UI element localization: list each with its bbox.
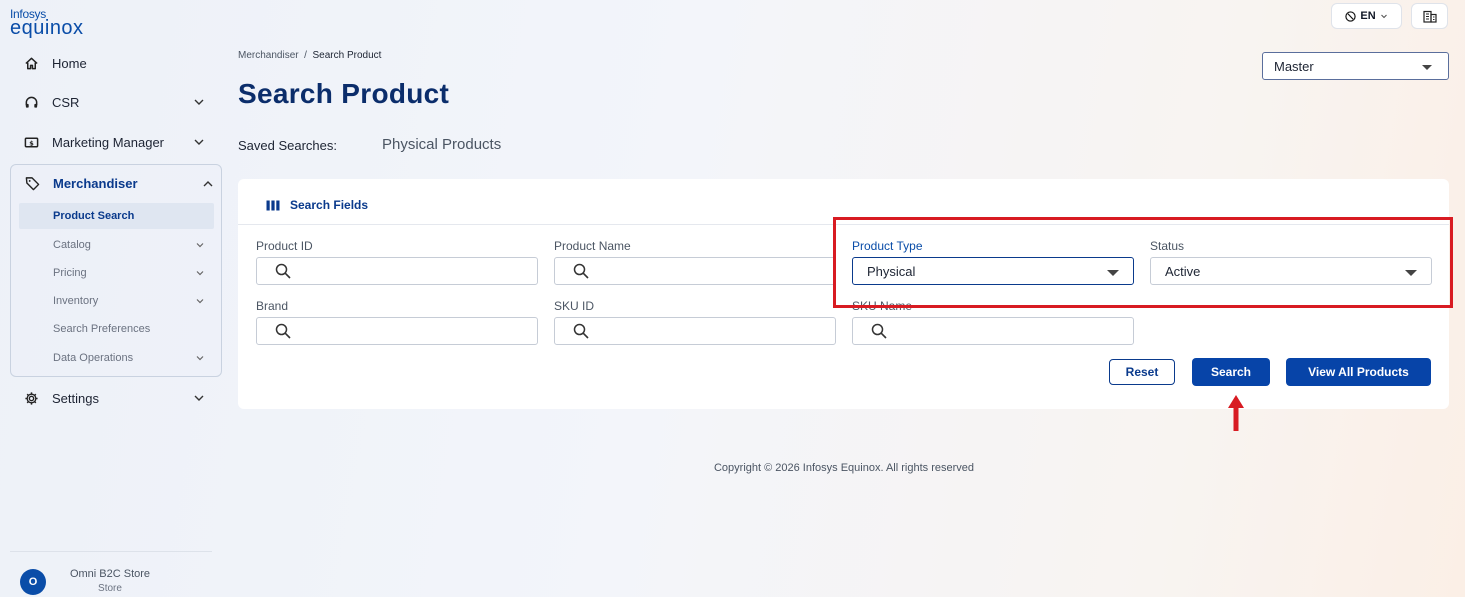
caret-down-icon [1405,270,1417,276]
sidebar-item-home[interactable]: Home [10,48,212,78]
brand-input[interactable] [256,317,538,345]
store-type: Store [98,583,122,594]
sidebar-divider [10,551,212,552]
sidebar-subitem-inventory[interactable]: Inventory [19,288,214,314]
view-all-products-button[interactable]: View All Products [1286,358,1431,386]
saved-searches-label: Saved Searches: [238,138,338,153]
chevron-down-icon [1380,14,1387,19]
infosys-equinox-logo[interactable]: Infosys equinox [10,8,84,38]
product-type-value: Physical [867,263,916,279]
chevron-down-icon [196,243,204,248]
home-icon [22,54,40,72]
product-name-label: Product Name [554,239,631,253]
search-fields-header: Search Fields [266,198,368,212]
page-title: Search Product [238,78,450,109]
gear-icon [22,389,40,407]
copyright-text: Copyright © 2026 Infosys Equinox. All ri… [713,462,974,474]
status-value: Active [1165,263,1201,279]
sidebar-subitem-label: Search Preferences [53,323,151,335]
breadcrumb: Merchandiser / Search Product [238,50,381,61]
product-type-label: Product Type [852,239,923,253]
status-select[interactable]: Active [1150,257,1432,285]
tag-icon [23,174,41,192]
columns-icon [266,200,280,210]
sidebar-item-marketing-manager[interactable]: $ Marketing Manager [10,127,212,157]
sku-id-label: SKU ID [554,299,595,313]
sidebar-subitem-label: Pricing [53,267,87,279]
logo-line2: equinox [10,17,84,39]
breadcrumb-parent[interactable]: Merchandiser [238,50,299,61]
chevron-down-icon [196,356,204,361]
chevron-up-icon [203,181,213,187]
sidebar-item-label: Merchandiser [53,175,138,191]
sidebar-subitem-label: Product Search [53,210,135,222]
product-id-input[interactable] [256,257,538,285]
sidebar: Infosys equinox Home CSR $ Marketing Man… [0,0,222,597]
sidebar-subitem-label: Inventory [53,295,99,307]
product-id-label: Product ID [256,239,313,253]
catalog-select[interactable]: Master [1262,52,1449,80]
sidebar-item-label: Marketing Manager [52,134,164,150]
caret-down-icon [1422,65,1432,70]
chevron-down-icon [196,271,204,276]
search-icon [275,263,291,279]
dollar-card-icon: $ [22,133,40,151]
merchandiser-group: Merchandiser Product Search Catalog Pric… [10,164,222,377]
sku-name-label: SKU Name [852,299,913,313]
card-divider [238,224,1449,225]
sidebar-item-label: Home [52,55,87,71]
sku-name-input[interactable] [852,317,1134,345]
sidebar-subitem-data-operations[interactable]: Data Operations [19,345,214,371]
store-switcher-button[interactable] [1411,3,1448,29]
saved-search-physical-products[interactable]: Physical Products [382,136,501,153]
search-icon [275,323,291,339]
chevron-down-icon [194,139,204,145]
store-name[interactable]: Omni B2C Store [60,568,160,580]
chevron-down-icon [196,299,204,304]
sidebar-subitem-search-preferences[interactable]: Search Preferences [19,316,214,342]
sidebar-subitem-label: Catalog [53,239,91,251]
language-selector[interactable]: EN [1331,3,1402,29]
sku-id-input[interactable] [554,317,836,345]
chevron-down-icon [194,99,204,105]
search-icon [573,263,589,279]
search-icon [871,323,887,339]
product-name-input[interactable] [554,257,836,285]
svg-text:$: $ [29,139,34,147]
building-icon [1422,10,1437,23]
brand-label: Brand [256,299,289,313]
catalog-select-value: Master [1274,58,1314,74]
sidebar-item-label: Settings [52,390,99,406]
sidebar-subitem-pricing[interactable]: Pricing [19,260,214,286]
store-avatar[interactable]: O [20,569,46,595]
search-button[interactable]: Search [1192,358,1270,386]
sidebar-item-label: CSR [52,94,80,110]
status-label: Status [1150,239,1185,253]
sidebar-item-merchandiser[interactable]: Merchandiser [11,169,221,197]
search-fields-card: Search Fields Product ID Product Name Pr… [238,179,1449,409]
chevron-down-icon [194,395,204,401]
breadcrumb-separator: / [304,50,307,61]
sidebar-subitem-catalog[interactable]: Catalog [19,232,214,258]
globe-icon [1345,10,1357,22]
search-icon [573,323,589,339]
sidebar-subitem-label: Data Operations [53,352,134,364]
search-fields-title: Search Fields [290,198,369,212]
sidebar-item-settings[interactable]: Settings [10,383,212,413]
reset-button[interactable]: Reset [1109,359,1175,385]
breadcrumb-current: Search Product [312,50,382,61]
sidebar-item-csr[interactable]: CSR [10,87,212,117]
caret-down-icon [1107,270,1119,276]
language-label: EN [1360,10,1376,22]
sidebar-subitem-product-search[interactable]: Product Search [19,203,214,229]
product-type-select[interactable]: Physical [852,257,1134,285]
headset-icon [22,93,40,111]
